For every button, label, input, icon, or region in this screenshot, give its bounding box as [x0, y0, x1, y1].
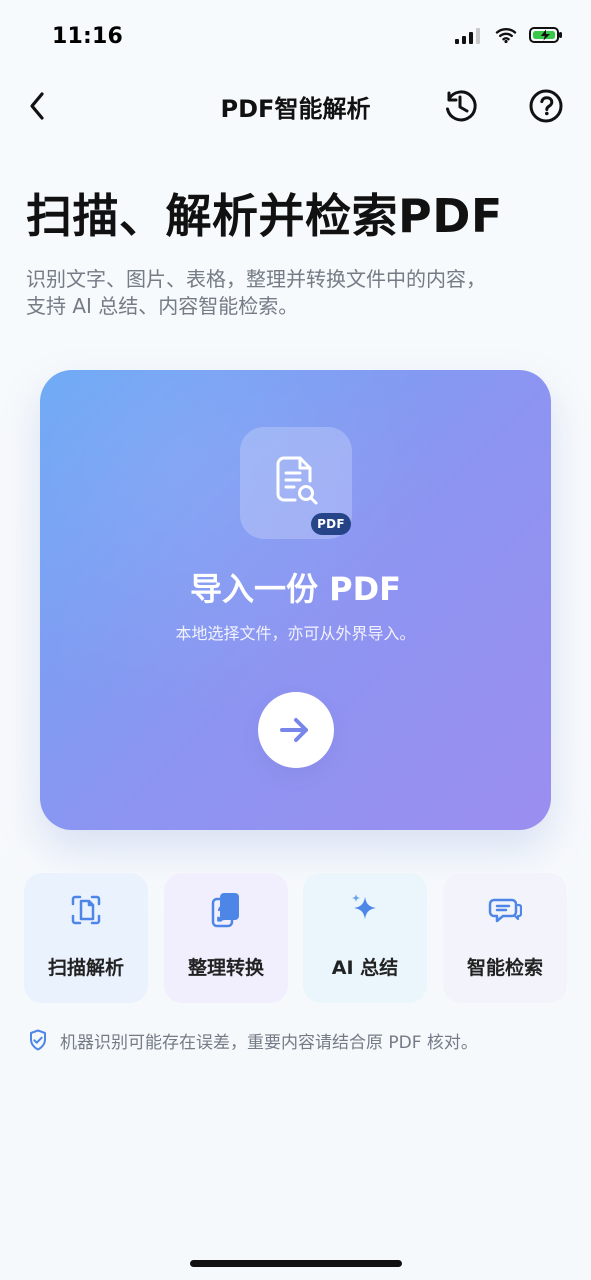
- import-arrow-button[interactable]: [258, 692, 334, 768]
- history-button[interactable]: [440, 86, 480, 126]
- pdf-intelligent-parser-screen: 11:16 PDF智能解析 扫描、解析并检索PDF 识别文字、图片、表格，整理并…: [0, 0, 591, 1280]
- signal-icon: [455, 26, 483, 44]
- hero-title: 扫描、解析并检索PDF: [26, 189, 503, 243]
- shield-check-icon: [30, 1029, 46, 1051]
- accuracy-notice: 机器识别可能存在误差，重要内容请结合原 PDF 核对。: [26, 1026, 566, 1054]
- feature-icon-wrap: [443, 891, 567, 929]
- import-card-title: 导入一份 PDF: [189, 570, 402, 608]
- wifi-icon: [495, 28, 517, 44]
- feature-label: AI 总结: [331, 957, 399, 979]
- arrow-right-icon: [280, 718, 308, 742]
- feature-label: 智能检索: [466, 957, 543, 979]
- feature-ai-summary[interactable]: AI 总结: [303, 873, 427, 1003]
- feature-icon-wrap: [303, 891, 427, 929]
- status-bar: 11:16: [0, 0, 591, 78]
- help-icon: [529, 89, 563, 123]
- notice-text: 机器识别可能存在误差，重要内容请结合原 PDF 核对。: [60, 1032, 478, 1053]
- hero-section: 扫描、解析并检索PDF 识别文字、图片、表格，整理并转换文件中的内容， 支持 A…: [26, 188, 566, 320]
- feature-organize-convert[interactable]: 整理转换: [164, 873, 288, 1003]
- history-icon: [446, 90, 477, 122]
- feature-icon-wrap: [164, 891, 288, 929]
- hero-subtitle: 识别文字、图片、表格，整理并转换文件中的内容， 支持 AI 总结、内容智能检索。: [26, 267, 486, 318]
- import-pdf-card[interactable]: PDF 导入一份 PDF 本地选择文件，亦可从外界导入。: [40, 370, 551, 830]
- feature-icon-wrap: [24, 891, 148, 929]
- ai-sparkles-icon: [352, 894, 376, 919]
- feature-label: 整理转换: [187, 957, 264, 979]
- battery-charging-icon: [529, 27, 562, 43]
- feature-scan-parse[interactable]: 扫描解析: [24, 873, 148, 1003]
- status-time: 11:16: [52, 24, 124, 49]
- page-title: PDF智能解析: [220, 95, 371, 123]
- scan-document-icon: [71, 895, 101, 925]
- feature-smart-search[interactable]: 智能检索: [443, 873, 567, 1003]
- import-card-subtitle: 本地选择文件，亦可从外界导入。: [175, 624, 416, 643]
- home-indicator: [190, 1260, 402, 1267]
- top-navigation: PDF智能解析: [0, 78, 591, 134]
- chat-search-icon: [488, 898, 522, 923]
- document-icon-tile: PDF: [240, 427, 352, 539]
- help-button[interactable]: [526, 86, 566, 126]
- feature-grid: 扫描解析 整理转换 AI 总结 智能检索: [24, 873, 567, 1003]
- pdf-badge: PDF: [311, 513, 351, 535]
- document-search-icon: [276, 456, 318, 505]
- feature-label: 扫描解析: [47, 957, 124, 979]
- status-icons: [455, 26, 563, 44]
- convert-document-icon: [211, 893, 239, 928]
